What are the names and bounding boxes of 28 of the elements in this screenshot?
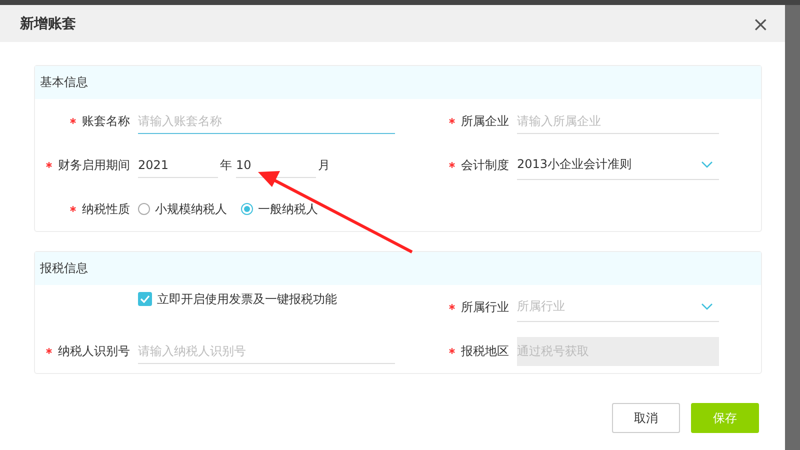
year-field[interactable]: 2021 <box>138 152 218 178</box>
radio-label[interactable]: 小规模纳税人 <box>155 200 227 218</box>
text-field[interactable]: 请输入所属企业 <box>517 108 719 134</box>
chevron-down-icon <box>701 303 713 310</box>
radio-button[interactable] <box>138 203 150 215</box>
field-label: 会计制度 <box>461 156 509 174</box>
field-label: 财务启用期间 <box>58 156 130 174</box>
field-label: 所属行业 <box>461 298 509 316</box>
checkbox[interactable] <box>138 292 152 306</box>
text-field[interactable]: 请输入纳税人识别号 <box>138 338 395 364</box>
cancel-button[interactable]: 取消 <box>612 403 680 433</box>
field-label: 纳税人识别号 <box>58 342 130 360</box>
radio-label[interactable]: 一般纳税人 <box>258 200 318 218</box>
dialog-title: 新增账套 <box>20 14 76 32</box>
month-unit: 月 <box>317 156 331 174</box>
select-field[interactable]: 2013小企业会计准则 <box>517 150 719 180</box>
year-unit: 年 <box>219 156 233 174</box>
radio-button[interactable] <box>241 203 253 215</box>
chevron-down-icon <box>701 161 713 168</box>
field-label: 账套名称 <box>82 112 130 130</box>
close-button[interactable]: × <box>752 14 769 34</box>
section-title: 报税信息 <box>40 260 88 277</box>
section-title: 基本信息 <box>40 74 88 91</box>
field-label: 报税地区 <box>461 342 509 360</box>
checkbox-label[interactable]: 立即开启使用发票及一键报税功能 <box>157 290 337 308</box>
field-label: 所属企业 <box>461 112 509 130</box>
field-label: 纳税性质 <box>82 200 130 218</box>
text-field[interactable]: 请输入账套名称 <box>138 108 395 134</box>
